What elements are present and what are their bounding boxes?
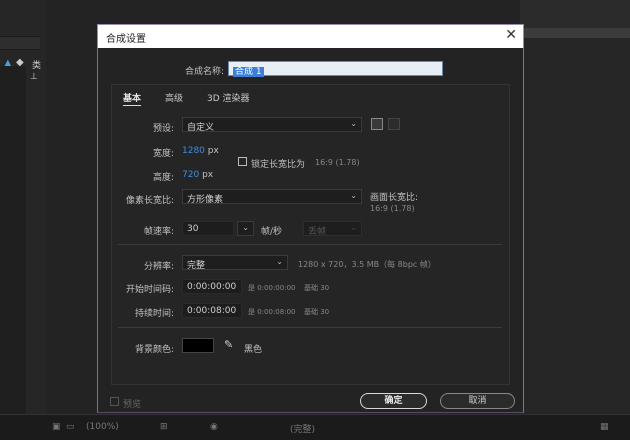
duration-base: 基础 30 <box>304 308 330 316</box>
pixel-aspect-dropdown[interactable]: 方形像素 ⌄ <box>182 189 362 205</box>
quality-dropdown[interactable]: (完整) <box>290 422 315 435</box>
lock-aspect-checkbox[interactable] <box>238 157 247 166</box>
comp-name-value: 合成 1 <box>233 67 264 77</box>
comp-name-label: 合成名称: <box>184 67 224 77</box>
flowchart-icon[interactable]: ⊥ <box>30 72 38 82</box>
pixel-aspect-value: 方形像素 <box>187 195 224 205</box>
right-panel <box>520 0 630 439</box>
start-timecode-value: 0:00:00:00 <box>187 282 237 292</box>
preset-value: 自定义 <box>187 123 215 133</box>
fps-dropdown[interactable]: ⌄ <box>237 221 254 236</box>
divider <box>118 244 502 245</box>
frame-aspect-label: 画面长宽比: <box>370 193 419 203</box>
preview-checkbox[interactable] <box>110 397 119 406</box>
tab-3d-renderer[interactable]: 3D 渲染器 <box>207 91 250 104</box>
tab-basic[interactable]: 基本 <box>123 91 142 106</box>
duration-input[interactable]: 0:00:08:00 <box>182 303 242 318</box>
bg-color-label: 背景颜色: <box>134 345 174 355</box>
preset-label: 预设: <box>152 124 174 134</box>
composition-settings-dialog: 合成名称: 合成 1 基本 高级 3D 渲染器 预设: 自定义 ⌄ 宽度: 12… <box>97 48 524 413</box>
start-timecode-label: 开始时间码: <box>125 285 174 295</box>
width-unit: px <box>207 146 219 156</box>
project-list <box>0 66 26 436</box>
height-field: 720 px <box>182 170 213 180</box>
delete-preset-icon[interactable] <box>388 118 400 130</box>
resolution-label: 分辨率: <box>143 262 174 272</box>
more-icon[interactable]: ▦ <box>600 422 609 432</box>
height-value[interactable]: 720 <box>182 170 199 180</box>
start-timecode-input[interactable]: 0:00:00:00 <box>182 279 242 294</box>
drop-frame-value: 丢帧 <box>308 227 327 237</box>
start-timecode-info: 是 0:00:00:00 <box>248 284 296 292</box>
close-icon[interactable]: ✕ <box>505 27 517 43</box>
chevron-down-icon: ⌄ <box>242 223 249 232</box>
preview-label: 预览 <box>123 400 142 410</box>
zoom-dropdown[interactable]: (100%) <box>86 422 119 432</box>
project-panel-tab[interactable] <box>0 36 40 50</box>
height-label: 高度: <box>152 173 174 183</box>
save-preset-icon[interactable] <box>371 118 383 130</box>
region-icon[interactable]: ▣ <box>52 422 61 432</box>
resolution-dropdown[interactable]: 完整 ⌄ <box>182 255 288 271</box>
dialog-title: 合成设置 <box>106 34 146 45</box>
chevron-down-icon: ⌄ <box>350 191 357 200</box>
monitor-icon[interactable]: ▭ <box>66 422 75 432</box>
dialog-titlebar: 合成设置 ✕ <box>97 24 524 48</box>
divider <box>118 327 502 328</box>
fps-value: 30 <box>187 224 199 234</box>
bg-color-swatch[interactable] <box>182 338 214 353</box>
drop-frame-dropdown: 丢帧 ⌄ <box>303 221 362 237</box>
duration-info: 是 0:00:08:00 <box>248 308 296 316</box>
comp-name-input[interactable]: 合成 1 <box>228 61 443 77</box>
chevron-down-icon: ⌄ <box>350 223 357 232</box>
eyedropper-icon[interactable]: ✎ <box>224 338 233 351</box>
pixel-aspect-label: 像素长宽比: <box>125 196 174 206</box>
fps-unit: 帧/秒 <box>261 227 283 237</box>
resolution-value: 完整 <box>187 261 206 271</box>
preset-dropdown[interactable]: 自定义 ⌄ <box>182 117 362 133</box>
duration-value: 0:00:08:00 <box>187 306 237 316</box>
fit-icon[interactable]: ⊞ <box>160 422 168 432</box>
start-timecode-base: 基础 30 <box>304 284 330 292</box>
right-panel-tabbar[interactable] <box>520 28 630 38</box>
camera-icon[interactable]: ◉ <box>210 422 218 432</box>
tab-advanced[interactable]: 高级 <box>165 91 183 104</box>
lock-aspect-label: 锁定长宽比为 <box>251 160 306 170</box>
ok-button[interactable]: 确定 <box>360 393 427 409</box>
resolution-info: 1280 x 720，3.5 MB（每 8bpc 帧） <box>298 260 436 269</box>
cancel-button[interactable]: 取消 <box>440 393 515 409</box>
left-panel: ▲ ◆ 类 ⊥ <box>0 0 46 439</box>
height-unit: px <box>202 170 214 180</box>
right-panel-header <box>520 0 630 28</box>
bg-color-name: 黑色 <box>244 345 263 355</box>
lock-aspect-ratio: 16:9 (1.78) <box>315 158 360 167</box>
chevron-down-icon: ⌄ <box>350 119 357 128</box>
width-field: 1280 px <box>182 146 219 156</box>
chevron-down-icon: ⌄ <box>276 257 283 266</box>
frame-aspect-value: 16:9 (1.78) <box>370 204 415 213</box>
width-value[interactable]: 1280 <box>182 146 205 156</box>
duration-label: 持续时间: <box>134 309 174 319</box>
fps-input[interactable]: 30 <box>182 221 234 236</box>
width-label: 宽度: <box>152 149 174 159</box>
viewer-toolbar: ▣ ▭ (100%) ⊞ ◉ (完整) ▦ <box>0 414 630 440</box>
type-column-label: 类 <box>32 61 42 71</box>
fps-label: 帧速率: <box>143 227 174 237</box>
